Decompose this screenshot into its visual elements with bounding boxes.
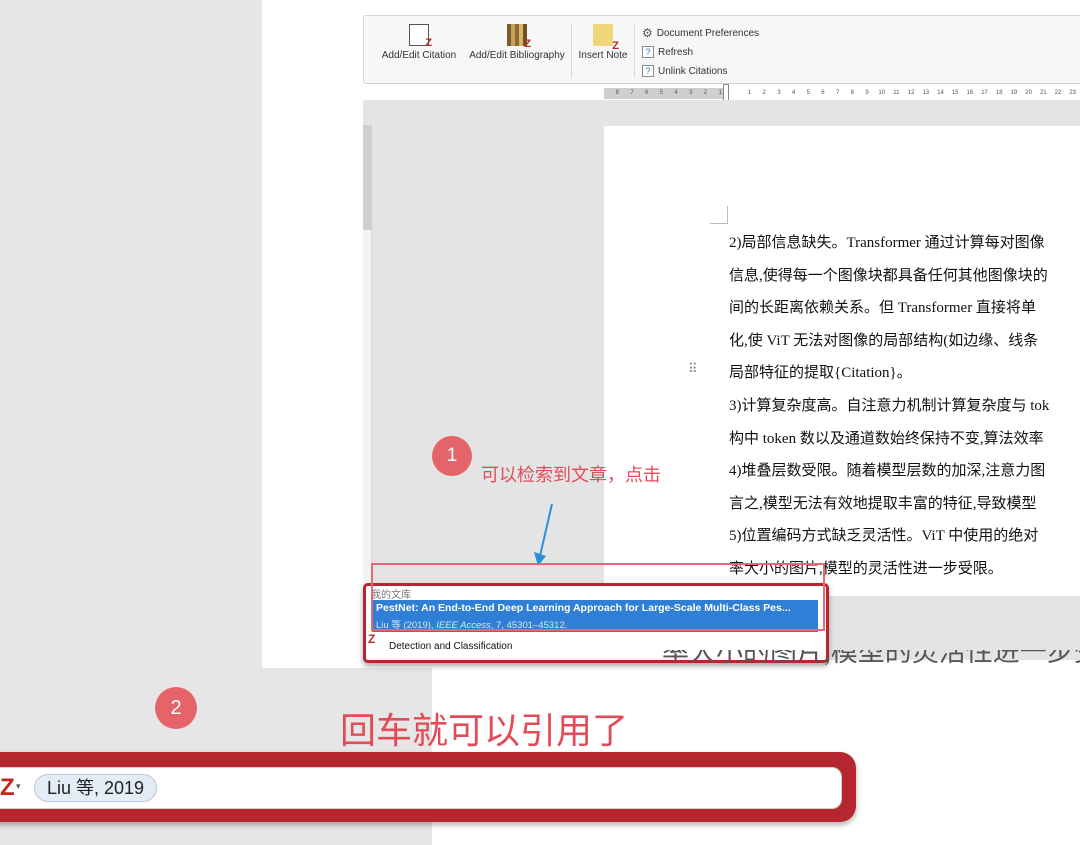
document-line[interactable]: 3)计算复杂度高。自注意力机制计算复杂度与 tok: [729, 395, 1080, 428]
ruler-tick-label: 7: [835, 90, 840, 96]
ruler-tick-label: 21: [1039, 90, 1047, 96]
ruler-tick-label: 10: [878, 90, 886, 96]
document-line[interactable]: 言之,模型无法有效地提取丰富的特征,导致模型: [729, 493, 1080, 526]
citation-icon: [409, 24, 432, 49]
note-icon: [593, 24, 619, 52]
ruler-tick-label: 13: [922, 90, 930, 96]
add-edit-bibliography-button[interactable]: Add/Edit Bibliography: [465, 24, 569, 61]
vertical-ruler[interactable]: [363, 125, 372, 585]
step-badge-1: 1: [432, 436, 472, 476]
ruler-tick-label: 22: [1054, 90, 1062, 96]
ruler-tick-label: 11: [893, 90, 900, 96]
ruler-tick-label: 2: [703, 90, 708, 96]
ruler-tick-label: [728, 88, 743, 99]
search-result-title[interactable]: PestNet: An End-to-End Deep Learning App…: [376, 602, 818, 614]
zotero-logo-icon[interactable]: Z: [0, 775, 15, 801]
vertical-ruler-margin: [363, 125, 372, 230]
ribbon-divider: [571, 24, 572, 78]
step-badge-2: 2: [155, 687, 197, 729]
document-line[interactable]: 4)堆叠层数受限。随着模型层数的加深,注意力图: [729, 460, 1080, 493]
ruler-tick-label: 19: [1010, 90, 1018, 96]
ruler-tick-label: 14: [937, 90, 944, 96]
ruler-labels: 8 7 6 5 4 3 2 1 1 2 3 4 5 6 7 8 9 10 11 12 13 14 15 16 17 18 19 20 2…: [604, 88, 1080, 99]
ruler-tick-label: 3: [689, 90, 693, 96]
ribbon-divider: [634, 24, 635, 78]
ruler-tick-label: 4: [791, 90, 796, 96]
ruler-tick-label: 6: [645, 90, 649, 96]
document-line[interactable]: 5)位置编码方式缺乏灵活性。ViT 中使用的绝对: [729, 525, 1080, 558]
horizontal-ruler[interactable]: 8 7 6 5 4 3 2 1 1 2 3 4 5 6 7 8 9 10 11 12 13 14 15 16 17 18 19 20 2…: [604, 88, 1080, 99]
ruler-tick-label: 3: [777, 90, 781, 96]
library-section-header: 我的文库: [371, 590, 411, 601]
citation-chip[interactable]: Liu 等, 2019: [34, 774, 158, 802]
zotero-logo-icon: Z: [368, 632, 376, 646]
ruler-tick-label: 17: [981, 90, 988, 96]
document-line[interactable]: 构中 token 数以及通道数始终保持不变,算法效率: [729, 428, 1080, 461]
ruler-tick-label: 9: [865, 90, 869, 96]
gear-icon: ⚙: [642, 26, 653, 40]
ruler-tick-label: 8: [615, 90, 620, 96]
ruler-tick-label: 1: [747, 90, 752, 96]
search-result-meta[interactable]: Liu 等 (2019), IEEE Access, 7, 45301–4531…: [376, 617, 818, 631]
ruler-tick-label: 18: [995, 90, 1003, 96]
unlink-citations-button[interactable]: ? Unlink Citations: [642, 65, 727, 77]
ruler-tick-label: 12: [907, 90, 915, 96]
document-line[interactable]: 局部特征的提取{Citation}。: [729, 362, 1080, 395]
ruler-tick-label: 16: [966, 90, 974, 96]
ruler-tick-label: 6: [821, 90, 825, 96]
search-result-continuation: Detection and Classification: [389, 641, 513, 652]
chevron-down-icon[interactable]: ▾: [16, 781, 21, 792]
margin-corner-mark: [710, 206, 728, 224]
zotero-ribbon: Add/Edit Citation Add/Edit Bibliography …: [363, 15, 1080, 84]
enlarged-document-text: 率大小的图片,模型的灵活性进一步受限。: [662, 650, 1080, 667]
insert-note-button[interactable]: Insert Note: [576, 24, 630, 61]
document-body-text[interactable]: 2)局部信息缺失。Transformer 通过计算每对图像 信息,使得每一个图像块…: [729, 232, 1080, 591]
document-line[interactable]: 信息,使得每一个图像块都具备任何其他图像块的: [729, 265, 1080, 298]
ruler-tick-label: 7: [630, 90, 634, 96]
ruler-tick-label: 20: [1025, 90, 1032, 96]
document-line[interactable]: 间的长距离依赖关系。但 Transformer 直接将单: [729, 297, 1080, 330]
ruler-tick-label: 5: [806, 90, 810, 96]
ruler-tick-label: 15: [951, 90, 959, 96]
ruler-tick-label: 5: [659, 90, 664, 96]
document-line[interactable]: 化,使 ViT 无法对图像的局部结构(如边缘、线条: [729, 330, 1080, 363]
ruler-tick-label: 8: [850, 90, 855, 96]
annotation-2: 回车就可以引用了: [340, 710, 629, 751]
help-icon: ?: [642, 65, 654, 77]
refresh-button[interactable]: ? Refresh: [642, 46, 693, 58]
ruler-tick-label: 2: [762, 90, 766, 96]
arrow-icon: [534, 503, 553, 566]
document-line[interactable]: 2)局部信息缺失。Transformer 通过计算每对图像: [729, 232, 1080, 265]
add-edit-citation-button[interactable]: Add/Edit Citation: [378, 24, 460, 61]
document-preferences-button[interactable]: ⚙ Document Preferences: [642, 27, 759, 39]
drag-handle-icon[interactable]: ⠿: [688, 362, 698, 375]
ruler-tick-label: 23: [1069, 90, 1076, 96]
ruler-tick-label: 4: [674, 90, 678, 96]
help-icon: ?: [642, 46, 654, 58]
annotation-1: 可以检索到文章，点击: [481, 465, 661, 485]
bibliography-icon: [507, 24, 531, 50]
